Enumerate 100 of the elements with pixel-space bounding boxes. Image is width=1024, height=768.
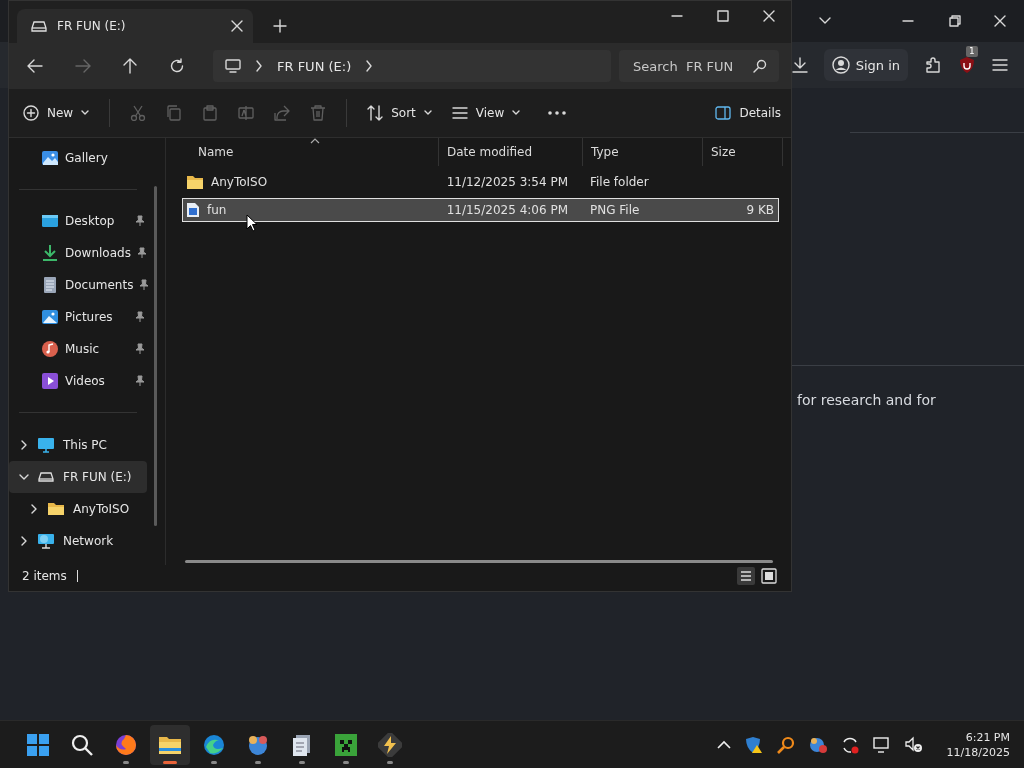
details-view-icon[interactable] <box>737 567 755 585</box>
shield-icon[interactable] <box>958 56 976 74</box>
swirl-globe-icon <box>202 732 226 757</box>
sort-arrows-icon <box>367 105 384 121</box>
forward-arrow-icon[interactable] <box>75 59 91 73</box>
view-button[interactable]: View <box>451 106 521 120</box>
size-cell-text: 9 KB <box>745 203 775 217</box>
search-field[interactable]: Search FR FUN <box>619 50 779 82</box>
file-name: fun <box>207 203 227 217</box>
close-icon[interactable] <box>231 20 243 32</box>
pin-icon[interactable] <box>135 343 145 355</box>
address-bar[interactable]: FR FUN (E:) <box>213 50 611 82</box>
caret-icon <box>81 110 90 116</box>
panel-icon <box>715 106 732 120</box>
sort-caret-icon <box>310 138 320 144</box>
pin-icon[interactable] <box>135 215 145 227</box>
people-globe-icon[interactable] <box>808 735 827 754</box>
sidebar-item[interactable]: Documents <box>9 269 147 301</box>
folder-icon <box>47 500 65 518</box>
caret-icon <box>512 110 521 116</box>
sort-button[interactable]: Sort <box>367 105 432 121</box>
plus-circle-icon <box>23 105 39 121</box>
shield-warning-icon[interactable] <box>744 735 763 754</box>
clock[interactable]: 6:21 PM 11/18/2025 <box>946 729 1010 760</box>
pin-icon[interactable] <box>139 279 150 291</box>
file-name: AnyToISO <box>211 175 268 189</box>
file-row[interactable]: AnyToISO 11/12/2025 3:54 PM File folder <box>182 170 779 194</box>
sidebar-item[interactable]: Music <box>9 333 147 365</box>
sidebar-item[interactable]: Videos <box>9 365 147 397</box>
type-cell-text: File folder <box>588 175 650 189</box>
chevron-right-icon <box>255 60 263 72</box>
back-arrow-icon[interactable] <box>27 59 43 73</box>
cursor-icon <box>246 214 258 232</box>
sidebar-item[interactable]: Desktop <box>9 205 147 237</box>
sync-icon[interactable] <box>840 735 859 754</box>
column-header[interactable]: Name <box>182 138 439 166</box>
tree-item[interactable]: This PC <box>9 429 147 461</box>
sidebar-item[interactable]: Pictures <box>9 301 147 333</box>
pin-icon[interactable] <box>135 311 145 323</box>
folder-icon <box>186 174 204 190</box>
magnifier-icon[interactable] <box>776 735 795 754</box>
sidebar-item[interactable]: Gallery <box>9 142 147 174</box>
column-header[interactable]: Type <box>583 138 703 166</box>
muted-speaker-icon[interactable] <box>904 735 923 754</box>
start-icon <box>26 732 50 757</box>
image-file-icon <box>186 202 200 218</box>
desktop-icon <box>41 212 59 230</box>
chevron-right-icon <box>29 504 39 514</box>
chevron-right-icon <box>19 536 29 546</box>
download-icon[interactable] <box>791 57 808 73</box>
account-icon <box>831 56 850 74</box>
drive-icon <box>31 20 47 32</box>
chevron-down-icon[interactable] <box>818 16 832 26</box>
pin-icon[interactable] <box>136 247 147 259</box>
breadcrumb-item[interactable]: FR FUN (E:) <box>277 58 352 74</box>
search-icon[interactable] <box>753 59 767 73</box>
network-icon <box>37 532 55 550</box>
tiles-view-icon[interactable] <box>761 568 777 584</box>
menu-icon[interactable] <box>992 58 1008 72</box>
download-icon <box>41 244 59 262</box>
tree-item[interactable]: AnyToISO <box>9 493 147 525</box>
chevron-right-icon <box>365 60 374 72</box>
new-button[interactable]: New <box>23 105 90 121</box>
music-icon <box>41 340 59 358</box>
search-icon <box>70 732 94 757</box>
video-icon <box>41 372 59 390</box>
sign-in-button[interactable]: Sign in <box>823 49 908 81</box>
pictures-icon <box>41 308 59 326</box>
tree-item[interactable]: Network <box>9 525 147 557</box>
pin-icon[interactable] <box>135 375 145 387</box>
tree-item[interactable]: FR FUN (E:) <box>9 461 147 493</box>
details-button[interactable]: Details <box>715 106 781 120</box>
restore-icon[interactable] <box>949 15 961 27</box>
puzzle-piece-icon[interactable] <box>924 56 942 74</box>
window-tab[interactable]: FR FUN (E:) <box>17 9 253 43</box>
date-cell-text: 11/15/2025 4:06 PM <box>445 203 569 217</box>
maximize-icon[interactable] <box>717 10 729 22</box>
file-row[interactable]: fun 11/15/2025 4:06 PM PNG File 9 KB <box>182 198 779 222</box>
fox-globe-icon <box>114 732 138 757</box>
close-icon[interactable] <box>994 15 1006 27</box>
up-arrow-icon[interactable] <box>123 58 137 74</box>
more-icon[interactable] <box>548 111 567 115</box>
type-cell-text: PNG File <box>588 203 641 217</box>
column-header[interactable]: Date modified <box>439 138 583 166</box>
taskbar-app[interactable] <box>150 724 190 765</box>
tab-title: FR FUN (E:) <box>57 19 127 33</box>
sidebar-item[interactable]: Downloads <box>9 237 147 269</box>
page-text: for research and for <box>797 392 936 408</box>
network-monitor-icon[interactable] <box>872 735 891 754</box>
monitor-icon <box>225 59 241 73</box>
extension-badge: 1 <box>966 46 978 57</box>
close-icon[interactable] <box>763 10 775 22</box>
caret-icon <box>423 110 432 116</box>
chevron-down-icon <box>19 472 29 482</box>
plus-icon[interactable] <box>273 19 287 33</box>
chevron-up-icon[interactable] <box>716 739 731 750</box>
column-header[interactable]: Size <box>703 138 783 166</box>
refresh-icon[interactable] <box>169 58 185 74</box>
date-cell-text: 11/12/2025 3:54 PM <box>445 175 569 189</box>
monitor-icon <box>37 436 55 454</box>
